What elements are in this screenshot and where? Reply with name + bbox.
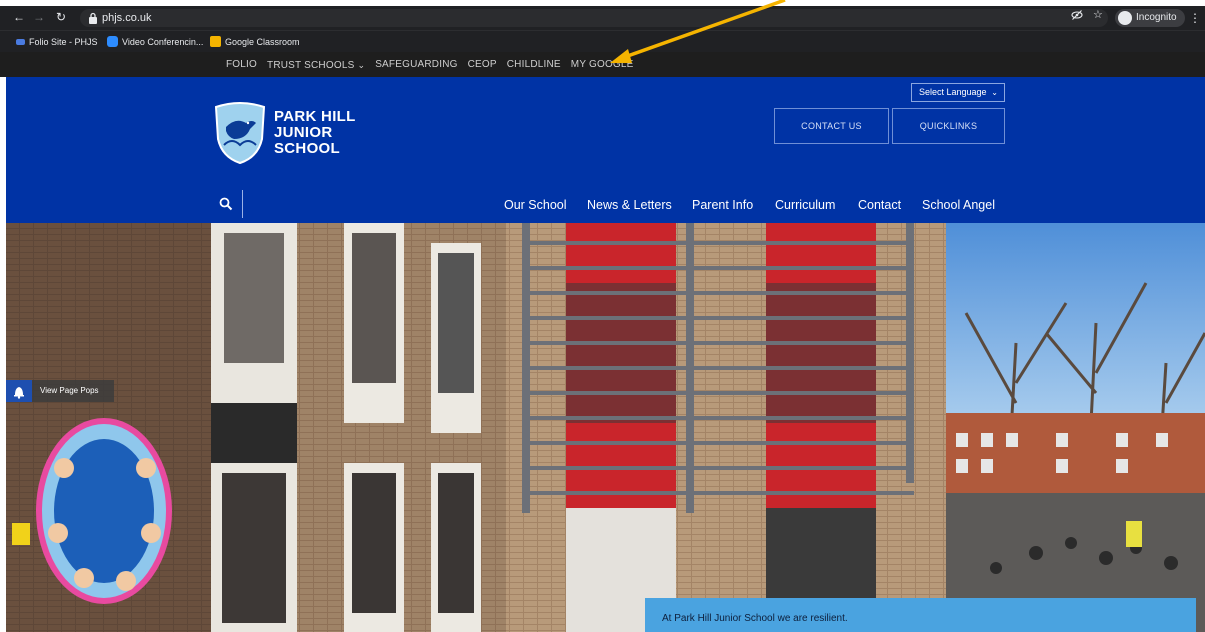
util-link-trust-schools[interactable]: TRUST SCHOOLS ⌄ [267, 59, 365, 71]
school-building-photo [6, 223, 1205, 632]
logo-line-2: JUNIOR [274, 124, 333, 141]
bookmark-google-classroom[interactable]: Google Classroom [210, 35, 300, 49]
classroom-favicon-icon [210, 36, 221, 47]
contact-us-button[interactable]: CONTACT US [774, 108, 889, 144]
bookmarks-bar: Folio Site - PHJS Video Conferencin... G… [0, 30, 1205, 52]
site-header: PARK HILL JUNIOR SCHOOL Select Language … [6, 77, 1205, 223]
profile-label: Incognito [1136, 12, 1177, 23]
util-link-folio[interactable]: FOLIO [226, 59, 257, 71]
motto-banner: At Park Hill Junior School we are resili… [645, 598, 1196, 632]
reload-icon[interactable]: ↻ [52, 8, 70, 26]
util-link-safeguarding[interactable]: SAFEGUARDING [375, 59, 457, 71]
chevron-down-icon: ⌄ [991, 88, 998, 97]
util-link-label: TRUST SCHOOLS [267, 60, 355, 71]
view-page-pops-button[interactable]: View Page Pops [6, 380, 114, 402]
logo-line-3: SCHOOL [274, 140, 340, 157]
school-crest-icon[interactable] [212, 101, 268, 167]
incognito-profile-button[interactable]: Incognito [1115, 9, 1185, 27]
nav-parent-info[interactable]: Parent Info [692, 198, 753, 212]
language-select-label: Select Language [919, 87, 987, 97]
forward-arrow-icon[interactable]: → [30, 8, 48, 26]
site-utility-bar: FOLIO TRUST SCHOOLS ⌄ SAFEGUARDING CEOP … [0, 52, 1205, 77]
nav-curriculum[interactable]: Curriculum [775, 198, 835, 212]
url-text: phjs.co.uk [102, 12, 152, 24]
back-arrow-icon[interactable]: ← [10, 8, 28, 26]
bookmark-label: Folio Site - PHJS [29, 37, 98, 47]
view-page-pops-label: View Page Pops [40, 386, 99, 395]
search-divider [242, 190, 243, 218]
search-icon[interactable] [219, 197, 233, 211]
zoom-favicon-icon [107, 36, 118, 47]
kebab-menu-icon[interactable]: ⋮ [1189, 9, 1201, 27]
folio-favicon-icon [16, 39, 25, 45]
bookmark-folio[interactable]: Folio Site - PHJS [16, 35, 98, 49]
nav-our-school[interactable]: Our School [504, 198, 567, 212]
logo-line-1: PARK HILL [274, 108, 356, 125]
lock-icon [89, 12, 97, 24]
nav-contact[interactable]: Contact [858, 198, 901, 212]
quicklinks-button[interactable]: QUICKLINKS [892, 108, 1005, 144]
nav-news-letters[interactable]: News & Letters [587, 198, 672, 212]
incognito-icon [1118, 11, 1132, 25]
nav-school-angel[interactable]: School Angel [922, 198, 995, 212]
address-bar[interactable]: phjs.co.uk [80, 9, 1108, 27]
bookmark-video-conferencing[interactable]: Video Conferencin... [107, 35, 203, 49]
hero-photo [6, 223, 1205, 632]
bookmark-label: Google Classroom [225, 37, 300, 47]
bookmark-label: Video Conferencin... [122, 37, 204, 47]
chevron-down-icon: ⌄ [357, 60, 366, 70]
utility-nav: FOLIO TRUST SCHOOLS ⌄ SAFEGUARDING CEOP … [226, 59, 644, 71]
util-link-my-google[interactable]: MY GOOGLE [571, 59, 634, 71]
star-icon[interactable]: ☆ [1093, 9, 1103, 21]
browser-toolbar: ← → ↻ phjs.co.uk ☆ Incognito ⋮ [0, 6, 1205, 30]
util-link-ceop[interactable]: CEOP [468, 59, 497, 71]
util-link-childline[interactable]: CHILDLINE [507, 59, 561, 71]
bell-icon [6, 380, 32, 402]
motto-text: At Park Hill Junior School we are resili… [662, 613, 848, 624]
language-select[interactable]: Select Language ⌄ [911, 83, 1005, 102]
school-name-logo[interactable]: PARK HILL JUNIOR SCHOOL [274, 109, 356, 157]
eye-slash-icon[interactable] [1071, 9, 1083, 24]
